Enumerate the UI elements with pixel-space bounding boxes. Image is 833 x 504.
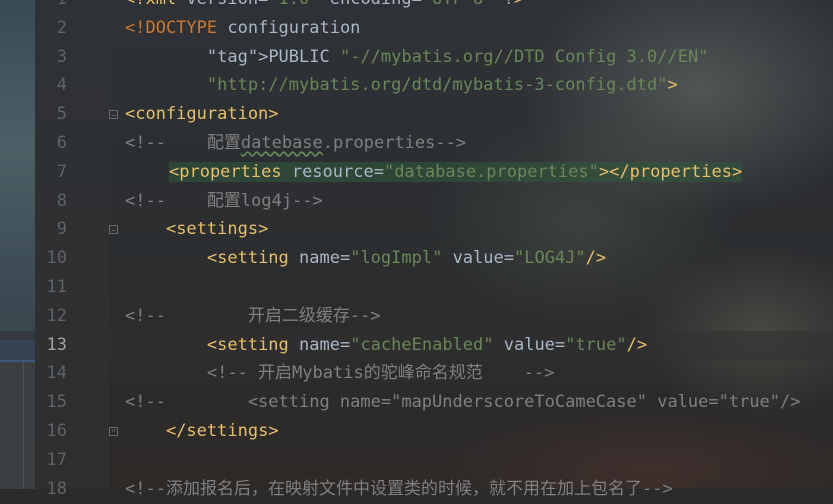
- line-number: 1: [35, 0, 67, 14]
- code-text[interactable]: <setting name="logImpl" value="LOG4J"/>: [125, 244, 606, 273]
- code-text[interactable]: <!--添加报名后，在映射文件中设置类的时候，就不用在加上包名了-->: [125, 475, 673, 504]
- line-number: 8: [56, 190, 67, 211]
- code-text[interactable]: <!-- 配置datebase.properties-->: [125, 129, 466, 158]
- code-text[interactable]: "tag">PUBLIC "-//mybatis.org//DTD Config…: [125, 43, 709, 72]
- code-text[interactable]: <?xml version="1.0" encoding="UTF-8" ?>: [125, 0, 524, 14]
- line-number: 11: [46, 277, 67, 297]
- line-number: 7: [56, 161, 67, 182]
- fold-marker-icon[interactable]: ⌃: [109, 427, 118, 437]
- line-number: 14: [46, 363, 67, 384]
- code-text[interactable]: <properties resource="database.propertie…: [169, 158, 743, 187]
- line-number: 2: [56, 17, 67, 38]
- code-text[interactable]: <!-- 配置log4j-->: [125, 187, 323, 216]
- code-text[interactable]: <!-- <setting name="mapUnderscoreToCameC…: [125, 388, 801, 417]
- line-number: 15: [46, 392, 67, 413]
- fold-marker-icon[interactable]: −: [109, 225, 118, 235]
- code-text[interactable]: <setting name="cacheEnabled" value="true…: [125, 331, 647, 360]
- code-text[interactable]: <!DOCTYPE configuration: [125, 14, 360, 43]
- code-line[interactable]: [0, 273, 833, 302]
- line-number: 9: [56, 219, 67, 240]
- line-number: 4: [56, 75, 67, 96]
- code-line[interactable]: [0, 446, 833, 475]
- fold-marker-icon[interactable]: −: [109, 110, 118, 120]
- line-number: 16: [46, 421, 67, 441]
- code-text[interactable]: </settings>: [125, 417, 279, 446]
- line-number: 18: [46, 478, 67, 499]
- line-number: 10: [46, 248, 67, 269]
- line-number: 17: [46, 449, 67, 470]
- code-text[interactable]: <configuration>: [125, 100, 279, 129]
- line-number: 13: [46, 334, 67, 355]
- line-number: 12: [46, 305, 67, 326]
- line-number: 5: [56, 104, 67, 125]
- code-text[interactable]: "http://mybatis.org/dtd/mybatis-3-config…: [125, 71, 678, 100]
- line-number: 6: [56, 133, 67, 153]
- code-text[interactable]: <settings>: [125, 215, 268, 244]
- line-number: 3: [56, 46, 67, 67]
- code-text[interactable]: <!-- 开启Mybatis的驼峰命名规范 -->: [125, 359, 554, 388]
- code-text[interactable]: <!-- 开启二级缓存-->: [125, 302, 381, 331]
